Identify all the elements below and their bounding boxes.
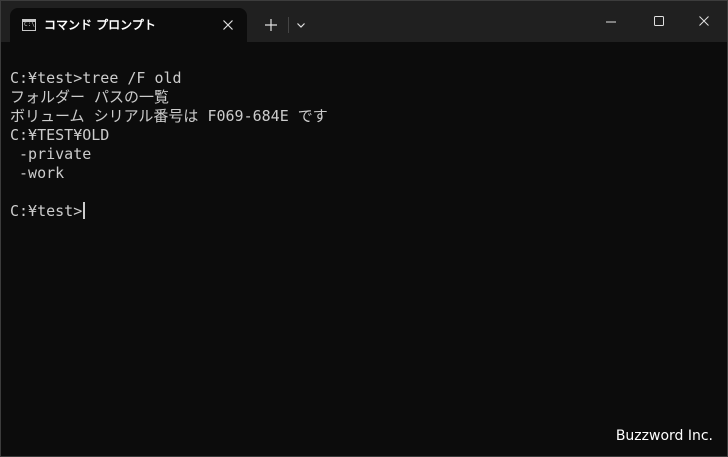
text-cursor bbox=[83, 202, 86, 219]
new-tab-button[interactable] bbox=[259, 14, 283, 36]
title-bar[interactable]: C:\ コマンド プロンプト bbox=[1, 1, 727, 42]
terminal-output[interactable]: C:¥test>tree /F old フォルダー パスの一覧 ボリューム シリ… bbox=[10, 69, 710, 221]
maximize-button[interactable] bbox=[635, 1, 681, 42]
maximize-icon bbox=[654, 16, 664, 26]
command-prompt: C:¥test> bbox=[10, 202, 83, 220]
close-window-button[interactable] bbox=[681, 1, 727, 42]
watermark: Buzzword Inc. bbox=[615, 428, 713, 444]
close-icon bbox=[223, 20, 233, 30]
tab-close-button[interactable] bbox=[218, 15, 238, 35]
terminal-line: C:¥test>tree /F old bbox=[10, 69, 182, 87]
terminal-line: ボリューム シリアル番号は F069-684E です bbox=[10, 107, 328, 125]
minimize-icon bbox=[606, 21, 616, 23]
tab-title: コマンド プロンプト bbox=[44, 18, 156, 32]
terminal-line: -private bbox=[10, 145, 92, 163]
close-icon bbox=[699, 16, 709, 26]
plus-icon bbox=[265, 19, 277, 31]
tab-command-prompt[interactable]: C:\ コマンド プロンプト bbox=[10, 8, 247, 42]
terminal-window: C:\ コマンド プロンプト C:¥test>tree /F old フォルダー… bbox=[0, 0, 728, 457]
profiles-dropdown-button[interactable] bbox=[291, 14, 311, 36]
terminal-line: フォルダー パスの一覧 bbox=[10, 88, 170, 106]
terminal-prompt-line[interactable]: C:¥test> bbox=[10, 202, 710, 221]
chevron-down-icon bbox=[297, 23, 305, 28]
command-prompt-icon: C:\ bbox=[22, 19, 36, 31]
tab-separator bbox=[288, 17, 289, 33]
terminal-line: C:¥TEST¥OLD bbox=[10, 126, 110, 144]
terminal-line: -work bbox=[10, 164, 65, 182]
minimize-button[interactable] bbox=[588, 1, 634, 42]
